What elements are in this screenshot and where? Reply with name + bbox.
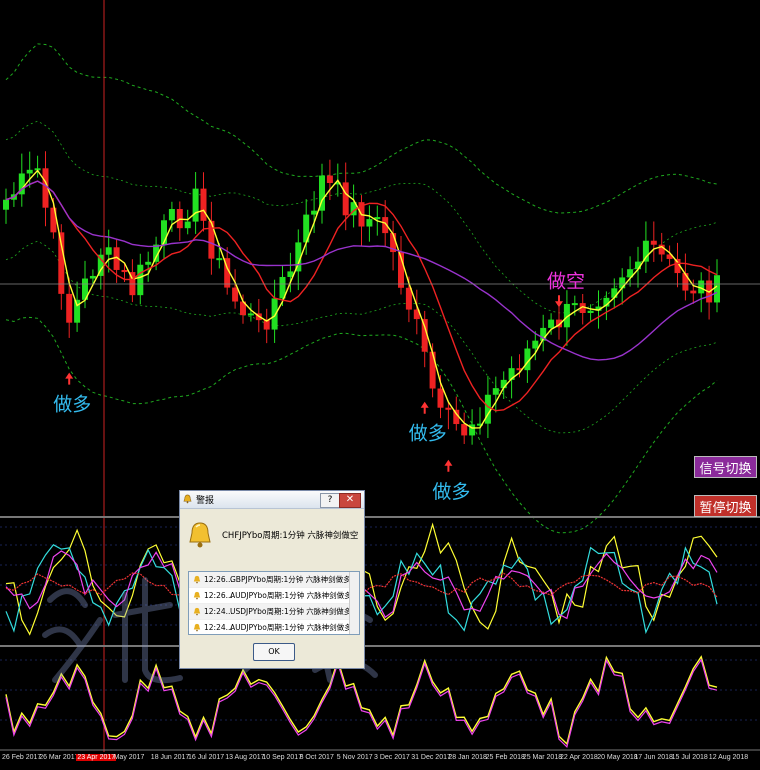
- candle-body: [216, 258, 223, 261]
- candle-body: [168, 209, 175, 221]
- bell-icon: [193, 575, 201, 584]
- candle-body: [714, 275, 720, 303]
- candle-body: [484, 394, 491, 424]
- alert-history-list[interactable]: 12:26... GBPJPYbo周期:1分钟 六脉神剑做多 12:26... …: [188, 571, 360, 635]
- candle-body: [192, 188, 199, 222]
- buy-signal-label: 做多: [53, 394, 91, 416]
- candle-body: [3, 199, 9, 210]
- candle-body: [66, 293, 73, 323]
- x-axis-label: 18 Jun 2017: [150, 754, 190, 761]
- candle-body: [232, 287, 239, 302]
- x-axis-label: 12 Aug 2018: [708, 754, 749, 761]
- x-axis-label: 3 Dec 2017: [374, 754, 410, 761]
- bell-icon: [193, 623, 201, 632]
- list-item[interactable]: 12:26... GBPJPYbo周期:1分钟 六脉神剑做多: [189, 572, 359, 588]
- buy-signal-label: 做多: [409, 423, 447, 445]
- x-axis-label: May 2017: [113, 754, 145, 761]
- candle-body: [682, 273, 689, 291]
- alert-time: 12:24...: [204, 607, 233, 616]
- list-item[interactable]: 12:26... AUDJPYbo周期:1分钟 六脉神剑做多: [189, 588, 359, 604]
- alert-text: USDJPYbo周期:1分钟 六脉神剑做多: [230, 607, 352, 616]
- bell-icon: [183, 494, 192, 504]
- candle-body: [532, 340, 539, 349]
- alert-title: 警报: [196, 496, 215, 506]
- bell-icon: [189, 522, 211, 548]
- x-axis-label: 16 Jul 2017: [188, 754, 225, 761]
- candle-body: [26, 169, 33, 174]
- candle-body: [105, 247, 112, 255]
- help-button[interactable]: ?: [320, 493, 340, 508]
- candle-body: [89, 275, 96, 279]
- candle-body: [611, 288, 618, 298]
- candle-body: [342, 182, 349, 216]
- x-axis-label: 31 Dec 2017: [411, 754, 451, 761]
- x-axis-label: 28 Jan 2018: [448, 754, 487, 761]
- candle-body: [492, 388, 499, 395]
- candle-body: [311, 210, 318, 215]
- x-axis-label: 22 Apr 2018: [560, 754, 598, 761]
- list-item[interactable]: 12:24... USDJPYbo周期:1分钟 六脉神剑做多: [189, 604, 359, 620]
- alert-text: AUDJPYbo周期:1分钟 六脉神剑做多: [230, 591, 352, 600]
- candle-body: [326, 175, 333, 184]
- sell-signal-label: 做空: [547, 270, 585, 292]
- alert-message: CHFJPYbo周期:1分钟 六脉神剑做空: [222, 531, 359, 541]
- candle-body: [366, 219, 373, 227]
- candle-body: [208, 220, 215, 259]
- alert-titlebar[interactable]: 警报 ? ✕: [180, 491, 364, 509]
- candle-body: [429, 351, 436, 389]
- alert-text: AUDJPYbo周期:1分钟 六脉神剑做多: [230, 623, 352, 632]
- x-axis-label: 23 Apr 2017: [76, 754, 117, 761]
- list-item[interactable]: 12:24... AUDJPYbo周期:1分钟 六脉神剑做多: [189, 620, 359, 634]
- candle-body: [650, 240, 657, 245]
- ok-button[interactable]: OK: [253, 643, 295, 661]
- candle-body: [619, 277, 626, 289]
- x-axis-label: 25 Feb 2018: [485, 754, 525, 761]
- price-chart[interactable]: 做多做多做多做空: [0, 0, 760, 770]
- candle-body: [548, 319, 555, 328]
- candle-body: [437, 388, 444, 408]
- alert-text: GBPJPYbo周期:1分钟 六脉神剑做多: [230, 575, 351, 584]
- candle-body: [247, 313, 254, 316]
- x-axis-label: 8 Oct 2017: [299, 754, 334, 761]
- candle-body: [184, 221, 191, 229]
- alert-time: 12:24...: [204, 623, 233, 632]
- candle-body: [445, 407, 452, 410]
- x-axis-label: 10 Sep 2017: [262, 754, 303, 761]
- candle-body: [690, 290, 697, 294]
- x-axis-label: 20 May 2018: [597, 754, 638, 761]
- candle-body: [200, 188, 207, 221]
- close-button[interactable]: ✕: [339, 493, 361, 508]
- x-axis-label: 15 Jul 2018: [671, 754, 708, 761]
- alert-time: 12:26...: [204, 591, 233, 600]
- x-axis-label: 13 Aug 2017: [225, 754, 265, 761]
- candle-body: [74, 299, 81, 323]
- candle-body: [121, 269, 128, 273]
- candle-body: [461, 424, 468, 436]
- x-axis-label: 5 Nov 2017: [336, 754, 373, 761]
- candle-body: [587, 310, 594, 313]
- pause-switch-button[interactable]: 暂停切换: [694, 495, 757, 517]
- alert-dialog: 警报 ? ✕ CHFJPYbo周期:1分钟 六脉神剑做空 12:26... GB…: [179, 490, 365, 669]
- x-axis-label: 26 Mar 2017: [39, 754, 79, 761]
- buy-signal-label: 做多: [432, 481, 470, 503]
- x-axis-label: 26 Feb 2017: [2, 754, 42, 761]
- candle-body: [271, 298, 278, 330]
- x-axis-label: 25 Mar 2018: [522, 754, 563, 761]
- bell-icon: [193, 591, 201, 600]
- candle-body: [137, 264, 144, 296]
- scrollbar[interactable]: [349, 572, 359, 634]
- candle-body: [571, 303, 578, 306]
- alert-time: 12:26...: [204, 575, 233, 584]
- signal-switch-button[interactable]: 信号切换: [694, 456, 757, 478]
- x-axis-label: 17 Jun 2018: [634, 754, 673, 761]
- candle-body: [145, 261, 152, 265]
- bell-icon: [193, 607, 201, 616]
- candle-body: [642, 240, 649, 262]
